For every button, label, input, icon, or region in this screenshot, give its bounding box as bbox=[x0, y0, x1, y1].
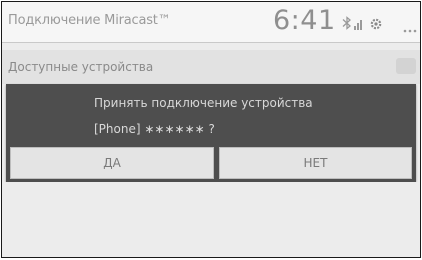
dialog-message: Принять подключение устройства bbox=[94, 96, 313, 110]
scroll-indicator bbox=[396, 58, 416, 74]
no-button[interactable]: НЕТ bbox=[219, 147, 412, 179]
yes-button[interactable]: ДА bbox=[10, 147, 214, 179]
screen-title: Подключение Miracast™ bbox=[8, 13, 171, 28]
dialog-device-name: [Phone] ∗∗∗∗∗∗ ? bbox=[94, 122, 215, 136]
screen: Подключение Miracast™ 6:41 Доступные уст… bbox=[1, 1, 421, 258]
bluetooth-icon bbox=[342, 15, 352, 30]
device-list-area bbox=[2, 182, 420, 257]
gear-icon bbox=[370, 15, 382, 30]
header-bar: Подключение Miracast™ 6:41 bbox=[2, 2, 420, 43]
more-icon[interactable] bbox=[403, 19, 417, 33]
connection-dialog: Принять подключение устройства [Phone] ∗… bbox=[6, 84, 416, 182]
signal-icon bbox=[354, 15, 364, 30]
section-title: Доступные устройства bbox=[8, 60, 154, 74]
available-devices-bar: Доступные устройства bbox=[2, 50, 420, 84]
clock: 6:41 bbox=[273, 5, 336, 36]
